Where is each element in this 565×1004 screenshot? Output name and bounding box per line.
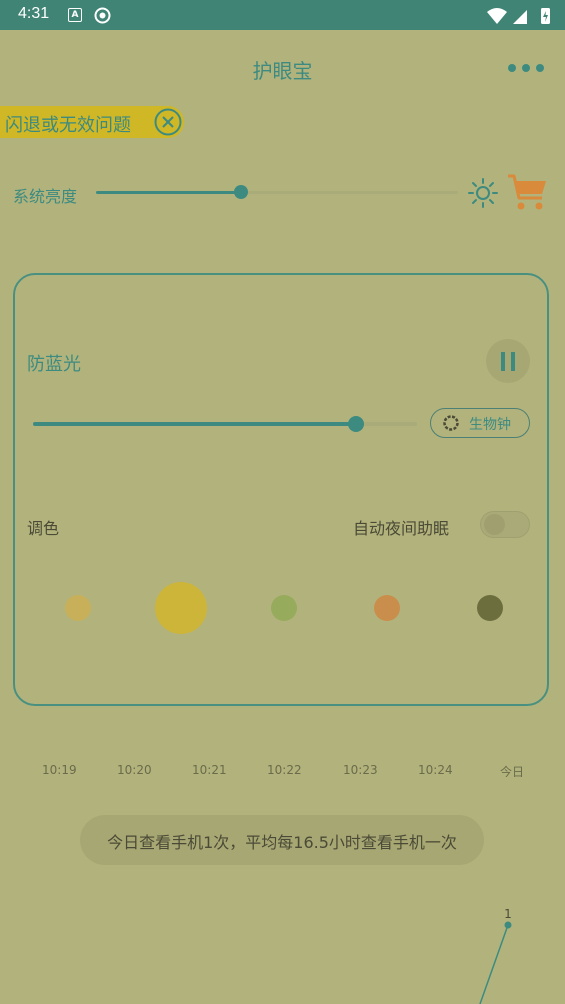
blue-filter-slider-thumb[interactable] xyxy=(347,416,364,432)
blue-filter-slider-fill xyxy=(33,422,356,426)
usage-summary: 今日查看手机1次，平均每16.5小时查看手机一次 xyxy=(80,815,484,865)
tone-label: 调色 xyxy=(27,519,60,538)
cart-icon[interactable] xyxy=(506,172,548,214)
status-time: 4:31 xyxy=(18,5,50,22)
status-bar: 4:31 A xyxy=(0,0,565,30)
sync-icon xyxy=(94,7,111,24)
bio-clock-label: 生物钟 xyxy=(469,417,511,433)
page-title: 护眼宝 xyxy=(252,59,313,83)
brightness-slider-fill xyxy=(96,191,241,194)
chart-point xyxy=(504,921,512,929)
toggle-knob xyxy=(484,514,505,535)
timeline-label: 10:22 xyxy=(267,763,302,777)
signal-icon xyxy=(513,10,527,24)
brightness-label: 系统亮度 xyxy=(13,187,78,206)
close-circle-icon[interactable] xyxy=(154,108,182,136)
color-swatch-olive-green[interactable] xyxy=(271,595,297,621)
pause-icon-bar xyxy=(511,352,515,371)
filter-panel: 防蓝光 生物钟 调色 自动夜间助眠 xyxy=(13,273,549,706)
timeline-labels: 10:19 10:20 10:21 10:22 10:23 10:24 今日 xyxy=(0,763,565,777)
timeline-label: 10:24 xyxy=(418,763,453,777)
timeline-label: 今日 xyxy=(500,765,525,777)
brightness-slider[interactable] xyxy=(96,185,458,199)
blue-filter-label: 防蓝光 xyxy=(27,354,81,375)
pause-icon xyxy=(501,352,505,371)
chart-point-label: 1 xyxy=(504,907,512,921)
timeline-label: 10:21 xyxy=(192,763,227,777)
sun-icon[interactable] xyxy=(467,177,499,209)
timeline-label: 10:19 xyxy=(42,763,77,777)
crash-issue-button[interactable]: 闪退或无效问题 xyxy=(0,106,184,138)
color-swatch-warm-yellow[interactable] xyxy=(65,595,91,621)
timeline-label: 10:20 xyxy=(117,763,152,777)
pause-button[interactable] xyxy=(486,339,530,383)
auto-night-toggle[interactable] xyxy=(480,511,530,538)
bio-clock-button[interactable]: 生物钟 xyxy=(430,408,530,438)
bio-clock-icon xyxy=(443,415,459,431)
timeline-label: 10:23 xyxy=(343,763,378,777)
brightness-slider-thumb[interactable] xyxy=(233,185,248,199)
more-dots-icon[interactable] xyxy=(507,58,547,78)
crash-issue-label: 闪退或无效问题 xyxy=(5,115,131,136)
blue-filter-slider[interactable] xyxy=(33,416,417,432)
system-icons xyxy=(487,8,550,24)
color-swatch-bright-yellow[interactable] xyxy=(155,582,207,634)
usage-chart: 1 xyxy=(479,907,512,1004)
wifi-icon xyxy=(487,8,507,24)
chart-series-line xyxy=(479,924,509,1004)
usage-summary-text: 今日查看手机1次，平均每16.5小时查看手机一次 xyxy=(107,833,457,852)
color-swatch-orange[interactable] xyxy=(374,595,400,621)
keyboard-a-icon: A xyxy=(68,8,82,22)
auto-night-label: 自动夜间助眠 xyxy=(353,519,450,538)
color-swatch-dark-olive[interactable] xyxy=(477,595,503,621)
